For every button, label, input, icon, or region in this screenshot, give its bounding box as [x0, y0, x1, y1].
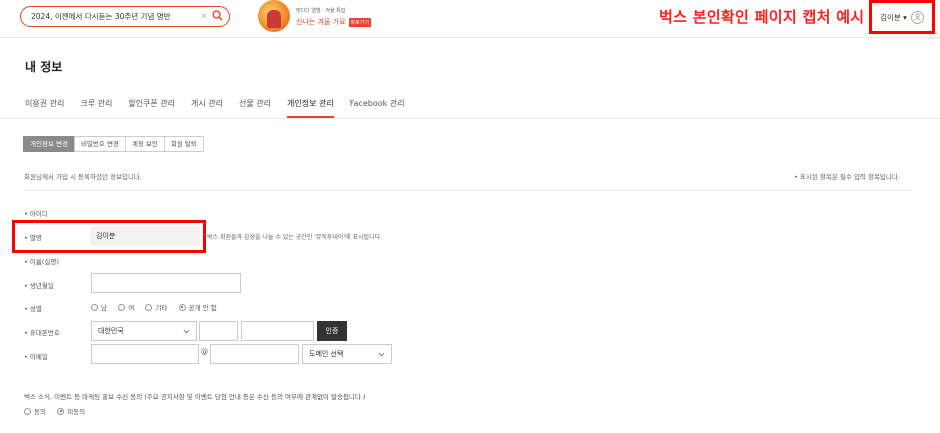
subtab-withdraw[interactable]: 회원 탈퇴: [163, 136, 204, 152]
phone-prefix-field[interactable]: [199, 321, 238, 341]
tab-crew[interactable]: 크루 관리: [80, 92, 119, 118]
main-tabs: 이용권 관리 크루 관리 할인쿠폰 관리 게시 관리 선물 관리 개인정보 관리…: [25, 92, 421, 118]
gender-options: 남 여 기타 공개 안 함: [91, 302, 226, 313]
radio-icon: [57, 407, 65, 415]
radio-icon: [24, 407, 31, 415]
tab-pass[interactable]: 이용권 관리: [25, 92, 71, 118]
promo-link[interactable]: 신나는 겨울 가요 바로가기: [296, 17, 371, 27]
intro-text: 회원님께서 가입 시 등록하셨던 정보입니다.: [24, 173, 142, 181]
domain-select-value: 도메인 선택: [309, 350, 344, 358]
tab-coupon[interactable]: 할인쿠폰 관리: [128, 92, 182, 118]
page-title: 내 정보: [25, 60, 63, 74]
search-input[interactable]: 2024, 이젠에서 다시듣는 30주년 기념 명반: [31, 11, 200, 22]
gender-radio-male[interactable]: 남: [91, 302, 107, 312]
gender-radio-female[interactable]: 여: [118, 302, 134, 312]
user-menu[interactable]: 김이분 ▾: [869, 0, 935, 34]
gender-label: • 성별: [24, 305, 42, 313]
consent-radio-agree[interactable]: 동의: [24, 406, 46, 416]
close-icon[interactable]: ✕: [200, 12, 208, 22]
search-box[interactable]: 2024, 이젠에서 다시듣는 30주년 기념 명반 ✕: [20, 6, 230, 27]
id-label: • 아이디: [24, 210, 48, 218]
tab-post[interactable]: 게시 관리: [191, 92, 230, 118]
radio-icon: [145, 303, 153, 311]
promo-title: 신나는 겨울 가요: [296, 18, 346, 26]
country-value: 대한민국: [98, 327, 124, 335]
subtab-edit-info[interactable]: 개인정보 변경: [23, 136, 75, 152]
email-id-field[interactable]: [91, 344, 199, 364]
capture-caption: 벅스 본인확인 페이지 캡처 예시: [659, 8, 865, 26]
subtab-change-password[interactable]: 비밀번호 변경: [73, 136, 126, 152]
phone-number-field[interactable]: [241, 321, 314, 341]
nickname-field[interactable]: 김이분: [90, 226, 200, 246]
nickname-label: • 별명: [24, 234, 42, 242]
avatar[interactable]: [910, 10, 924, 24]
tab-gift[interactable]: 선물 관리: [239, 92, 278, 118]
consent-radio-disagree[interactable]: 미동의: [57, 406, 85, 416]
birthday-field[interactable]: [91, 273, 241, 293]
auth-button[interactable]: 인증: [317, 321, 347, 341]
promo-subtitle: 맞디다 앨범 · 겨울 특집: [296, 8, 346, 14]
chevron-down-icon: [183, 329, 190, 333]
chevron-down-icon: ▾: [903, 12, 907, 22]
email-domain-field[interactable]: [210, 344, 299, 364]
promo-badge: 바로가기: [348, 17, 371, 27]
realname-label: • 이름(실명): [24, 258, 59, 266]
country-select[interactable]: 대한민국: [91, 321, 197, 341]
nickname-description: 벅스 회원들과 감성을 나눌 수 있는 공간인 '뮤직투데이'에 표시됩니다.: [207, 234, 383, 241]
tab-facebook[interactable]: Facebook 관리: [350, 92, 412, 118]
subtab-account-security[interactable]: 계정 보안: [124, 136, 165, 152]
marketing-consent-options: 동의 미동의: [24, 406, 94, 417]
domain-select[interactable]: 도메인 선택: [302, 344, 392, 364]
divider: [24, 190, 912, 191]
tab-personal-info[interactable]: 개인정보 관리: [287, 92, 334, 118]
promo-thumbnail[interactable]: [258, 0, 290, 32]
gender-radio-private[interactable]: 공개 안 함: [178, 302, 217, 312]
divider: [0, 118, 940, 119]
chevron-down-icon: [378, 352, 385, 356]
user-name: 김이분 ▾: [880, 12, 907, 22]
search-icon[interactable]: [212, 10, 223, 23]
sub-tabs: 개인정보 변경 비밀번호 변경 계정 보안 회원 탈퇴: [23, 136, 204, 152]
birthday-label: • 생년월일: [24, 282, 54, 290]
marketing-consent-text: 벅스 소식, 이벤트 등 마케팅 홍보 수신 동의 (주요 공지사항 및 이벤트…: [24, 393, 366, 401]
email-label: • 이메일: [24, 353, 48, 361]
phone-label: • 휴대폰번호: [24, 329, 60, 337]
radio-icon: [118, 303, 126, 311]
gender-radio-other[interactable]: 기타: [145, 302, 167, 312]
radio-icon: [178, 303, 186, 311]
radio-icon: [91, 303, 98, 311]
required-note: • 표시된 항목은 필수 입력 항목입니다.: [794, 173, 900, 181]
at-sign: @: [201, 348, 208, 356]
